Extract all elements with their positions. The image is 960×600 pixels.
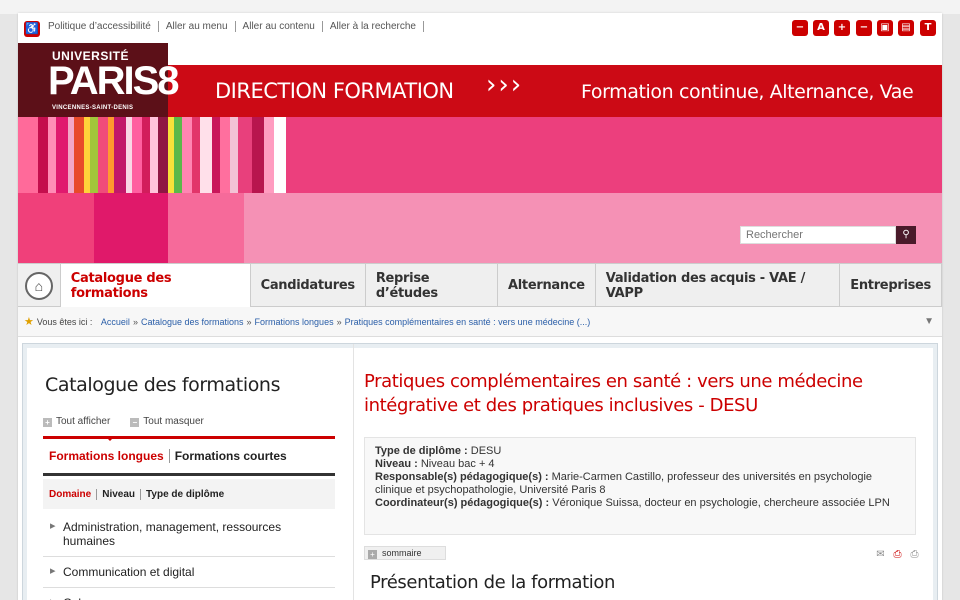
split-layout-icon[interactable]: ▤ xyxy=(898,20,914,36)
plus-icon: + xyxy=(368,550,377,559)
print-layout-icon[interactable]: ▣ xyxy=(877,20,893,36)
hide-all-button[interactable]: − Tout masquer xyxy=(130,416,214,427)
plus-icon: + xyxy=(43,418,52,427)
formation-type-tabs: Formations longues Formations courtes xyxy=(43,436,335,476)
main-nav: ⌂ Catalogue des formations Candidatures … xyxy=(18,263,942,308)
university-logo[interactable]: UNIVERSITÉ PARIS8 VINCENNES-SAINT-DENIS xyxy=(18,43,180,117)
breadcrumb: ★ Vous êtes ici : Accueil » Catalogue de… xyxy=(18,307,942,337)
tab-validation-acquis[interactable]: Validation des acquis - VAE / VAPP xyxy=(596,264,841,307)
sidebar-title: Catalogue des formations xyxy=(45,374,281,396)
search-icon[interactable]: ⚲ xyxy=(896,226,916,244)
minus-icon: − xyxy=(130,418,140,427)
font-size-tools: − A + xyxy=(792,20,855,36)
sommaire-button[interactable]: + sommaire xyxy=(364,546,446,560)
tab-reprise-etudes[interactable]: Reprise d’études xyxy=(366,264,498,307)
display-tools: − ▣ ▤ xyxy=(856,20,919,36)
page-background-top xyxy=(0,0,960,14)
header-banner: UNIVERSITÉ PARIS8 VINCENNES-SAINT-DENIS … xyxy=(18,43,942,263)
info-type: Type de diplôme : DESU xyxy=(375,445,502,457)
filter-domaine[interactable]: Domaine xyxy=(49,488,98,500)
text-a-icon[interactable]: A xyxy=(813,20,829,36)
utility-bar: ♿ Politique d’accessibilité Aller au men… xyxy=(18,13,942,43)
diploma-info-box: Type de diplôme : DESU Niveau : Niveau b… xyxy=(364,437,916,535)
text-tools: T xyxy=(920,20,941,36)
page-tools: ✉ ⎙ ⎙ xyxy=(870,548,921,561)
accessibility-policy-link[interactable]: Politique d’accessibilité xyxy=(48,21,159,32)
tab-candidatures[interactable]: Candidatures xyxy=(251,264,366,307)
banner-title: DIRECTION FORMATION xyxy=(215,79,454,103)
domain-item-communication[interactable]: Communication et digital xyxy=(43,557,335,588)
info-responsable: Responsable(s) pédagogique(s) : Marie-Ca… xyxy=(375,471,873,496)
pdf-icon[interactable]: ⎙ xyxy=(891,548,904,561)
domain-item-culture[interactable]: Cul... xyxy=(43,588,335,600)
breadcrumb-catalogue[interactable]: Catalogue des formations xyxy=(141,317,244,327)
logo-sub-text: VINCENNES-SAINT-DENIS xyxy=(52,105,134,111)
section-title: Présentation de la formation xyxy=(370,572,616,593)
breadcrumb-formations-longues[interactable]: Formations longues xyxy=(255,317,334,327)
filter-type-diplome[interactable]: Type de diplôme xyxy=(146,489,229,500)
star-icon: ★ xyxy=(24,316,34,328)
breadcrumb-current[interactable]: Pratiques complémentaires en santé : ver… xyxy=(345,317,591,327)
info-niveau: Niveau : Niveau bac + 4 xyxy=(375,458,495,470)
tab-formations-courtes[interactable]: Formations courtes xyxy=(170,449,287,463)
info-coordinateur: Coordinateur(s) pédagogique(s) : Véroniq… xyxy=(375,497,890,509)
active-tab-notch xyxy=(105,436,115,441)
logo-main-text: PARIS8 xyxy=(48,59,180,103)
banner-stripes xyxy=(18,117,286,193)
show-all-button[interactable]: + Tout afficher xyxy=(43,416,120,427)
sidebar-toggles: + Tout afficher − Tout masquer xyxy=(43,416,224,427)
decrease-font-icon[interactable]: − xyxy=(792,20,808,36)
breadcrumb-home[interactable]: Accueil xyxy=(101,317,130,327)
home-button[interactable]: ⌂ xyxy=(18,264,61,307)
utility-links: Politique d’accessibilité Aller au menu … xyxy=(48,21,431,32)
filter-niveau[interactable]: Niveau xyxy=(102,488,142,500)
skip-to-content-link[interactable]: Aller au contenu xyxy=(243,21,323,32)
breadcrumb-prefix: Vous êtes ici : xyxy=(36,316,93,327)
filter-tabs: Domaine Niveau Type de diplôme xyxy=(43,479,335,509)
main-content: Pratiques complémentaires en santé : ver… xyxy=(353,344,925,600)
home-icon: ⌂ xyxy=(24,271,53,300)
tab-catalogue[interactable]: Catalogue des formations xyxy=(60,264,251,308)
banner-arrows: ››› xyxy=(486,70,524,100)
print-icon[interactable]: ⎙ xyxy=(908,548,921,561)
content-area: Catalogue des formations + Tout afficher … xyxy=(22,343,938,600)
chevron-down-icon[interactable]: ▼ xyxy=(924,316,934,327)
tab-entreprises[interactable]: Entreprises xyxy=(840,264,942,307)
text-t-icon[interactable]: T xyxy=(920,20,936,36)
domain-item-administration[interactable]: Administration, management, ressources h… xyxy=(43,512,335,557)
tab-formations-longues[interactable]: Formations longues xyxy=(49,449,170,463)
domain-list: Administration, management, ressources h… xyxy=(43,512,335,600)
tab-alternance[interactable]: Alternance xyxy=(498,264,596,307)
accessibility-icon[interactable]: ♿ xyxy=(24,21,40,37)
search-input[interactable] xyxy=(740,226,896,244)
page-title: Pratiques complémentaires en santé : ver… xyxy=(364,371,863,416)
banner-pink-area xyxy=(286,117,942,193)
skip-to-search-link[interactable]: Aller à la recherche xyxy=(330,21,424,32)
banner-tagline: Formation continue, Alternance, Vae xyxy=(581,81,914,103)
page-container: ♿ Politique d’accessibilité Aller au men… xyxy=(18,13,942,600)
email-icon[interactable]: ✉ xyxy=(874,548,887,561)
increase-font-icon[interactable]: + xyxy=(834,20,850,36)
skip-to-menu-link[interactable]: Aller au menu xyxy=(166,21,236,32)
minimize-icon[interactable]: − xyxy=(856,20,872,36)
